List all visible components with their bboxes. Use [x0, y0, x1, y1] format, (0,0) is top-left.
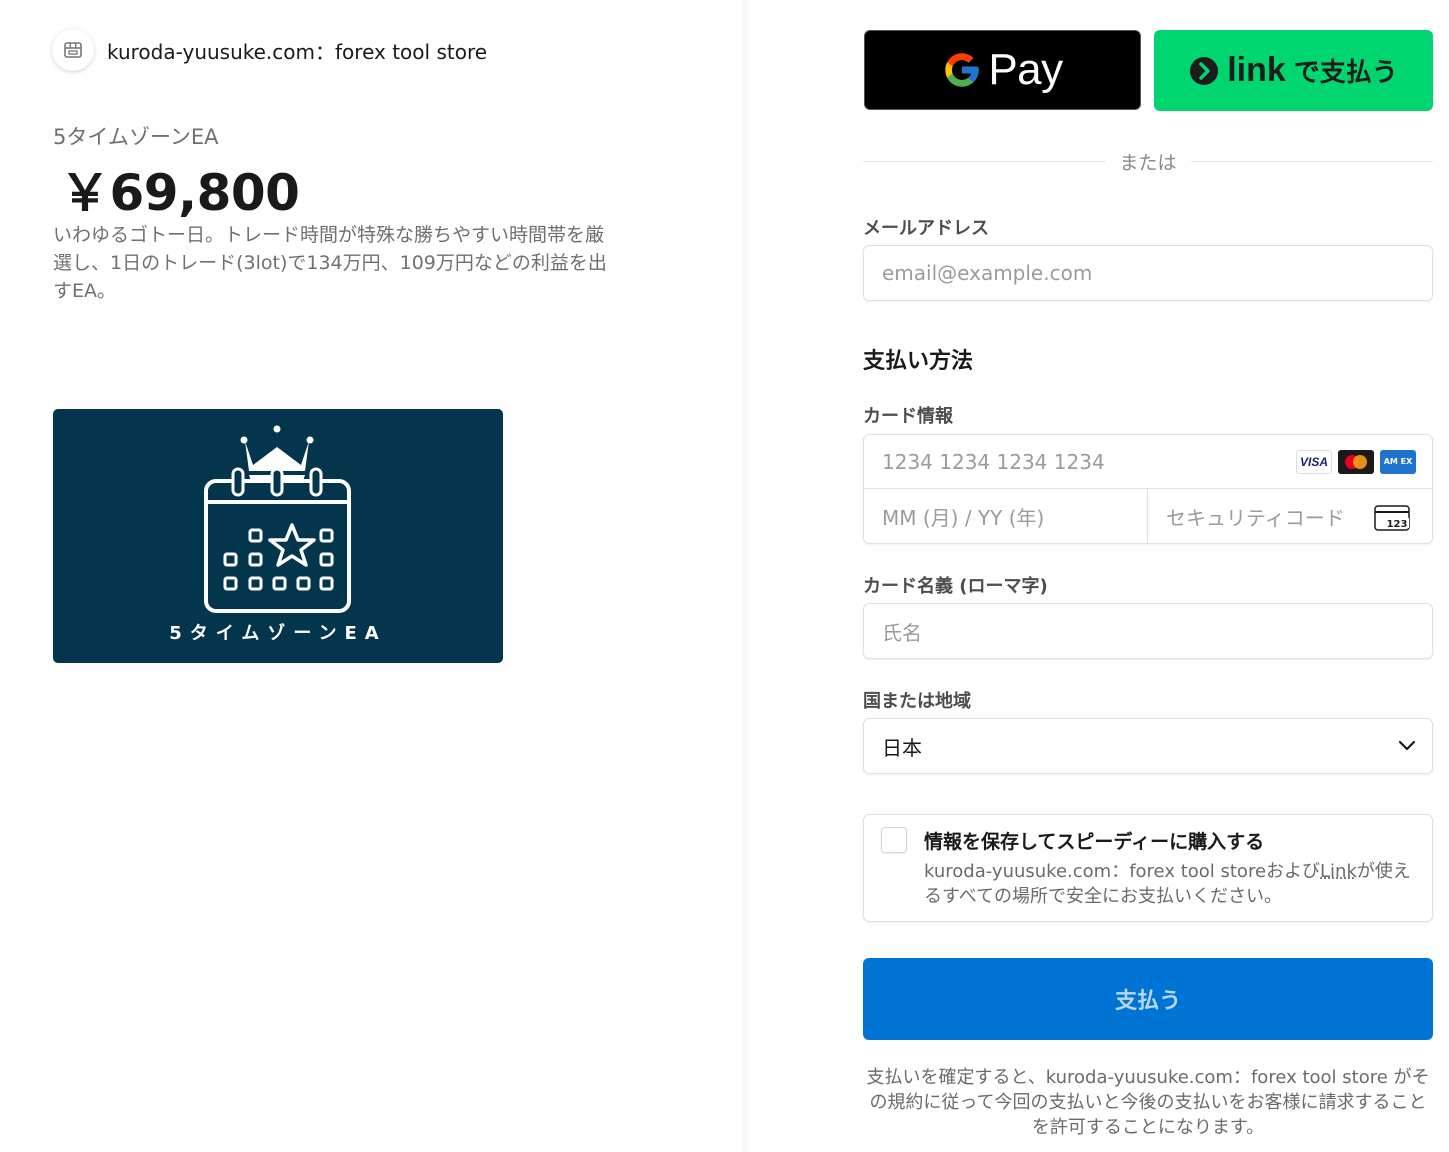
cvc-placeholder: セキュリティコード: [1166, 505, 1345, 530]
google-pay-label: Pay: [988, 45, 1063, 94]
cvc-card-icon: 123: [1374, 505, 1410, 531]
card-number-placeholder: 1234 1234 1234 1234: [882, 449, 1105, 474]
merchant-name: kuroda-yuusuke.com：forex tool store: [107, 39, 488, 64]
divider-line-left: [863, 160, 1106, 162]
product-name: 5タイムゾーンEA: [53, 125, 219, 149]
or-text: または: [1119, 151, 1177, 174]
save-info-description: kuroda-yuusuke.com：forex tool storeおよびLi…: [924, 859, 1414, 909]
card-brands: VISA AM EX: [1296, 450, 1416, 474]
merchant-header[interactable]: kuroda-yuusuke.com：forex tool store: [52, 29, 487, 71]
card-cvc-input[interactable]: セキュリティコード 123: [1148, 489, 1432, 543]
country-select[interactable]: 日本: [863, 718, 1433, 774]
card-info-label: カード情報: [863, 406, 953, 427]
panel-divider: [742, 0, 752, 1152]
link-info-link[interactable]: Link: [1320, 861, 1357, 882]
pay-button[interactable]: 支払う: [863, 958, 1433, 1040]
product-image: 5タイムゾーンEA: [53, 409, 503, 663]
visa-icon: VISA: [1296, 450, 1332, 474]
cardholder-name-field[interactable]: 氏名: [863, 603, 1433, 659]
product-image-caption: 5タイムゾーンEA: [169, 623, 387, 644]
cardholder-label: カード名義 (ローマ字): [863, 576, 1048, 597]
or-divider: または: [863, 146, 1434, 176]
expiry-placeholder: MM (月) / YY (年): [882, 505, 1045, 530]
product-description: いわゆるゴトー日。トレード時間が特殊な勝ちやすい時間帯を厳選し、1日のトレード(…: [53, 224, 607, 302]
amex-icon: AM EX: [1380, 450, 1416, 474]
terms-text: 支払いを確定すると、kuroda-yuusuke.com：forex tool …: [866, 1067, 1430, 1138]
chevron-down-icon: [1398, 740, 1416, 751]
link-arrow-icon: [1190, 56, 1219, 85]
save-info-checkbox[interactable]: [881, 827, 907, 853]
country-label: 国または地域: [863, 691, 971, 712]
card-info-group: 1234 1234 1234 1234 VISA AM EX MM (月) / …: [863, 434, 1433, 544]
link-pay-label: で支払う: [1293, 58, 1398, 88]
divider-line-right: [1190, 160, 1434, 162]
save-info-box: 情報を保存してスピーディーに購入する kuroda-yuusuke.com：fo…: [863, 814, 1433, 922]
google-pay-button[interactable]: Pay: [864, 30, 1141, 110]
product-price: ￥69,800: [60, 164, 300, 222]
country-value: 日本: [882, 735, 922, 760]
save-info-title: 情報を保存してスピーディーに購入する: [924, 831, 1265, 853]
link-brand-label: link: [1227, 51, 1286, 89]
order-summary-panel: kuroda-yuusuke.com：forex tool store 5タイム…: [0, 0, 742, 1152]
payment-method-title: 支払い方法: [863, 349, 974, 374]
save-info-desc-prefix: kuroda-yuusuke.com：forex tool storeおよび: [924, 861, 1321, 882]
email-field[interactable]: email@example.com: [863, 245, 1433, 301]
mastercard-icon: [1338, 450, 1374, 474]
card-expiry-input[interactable]: MM (月) / YY (年): [864, 489, 1148, 543]
storefront-icon: [52, 29, 94, 71]
cvc-icon-text: 123: [1387, 519, 1408, 530]
google-g-icon: [945, 53, 979, 87]
email-label: メールアドレス: [863, 218, 989, 239]
link-pay-button[interactable]: link で支払う: [1154, 30, 1433, 111]
